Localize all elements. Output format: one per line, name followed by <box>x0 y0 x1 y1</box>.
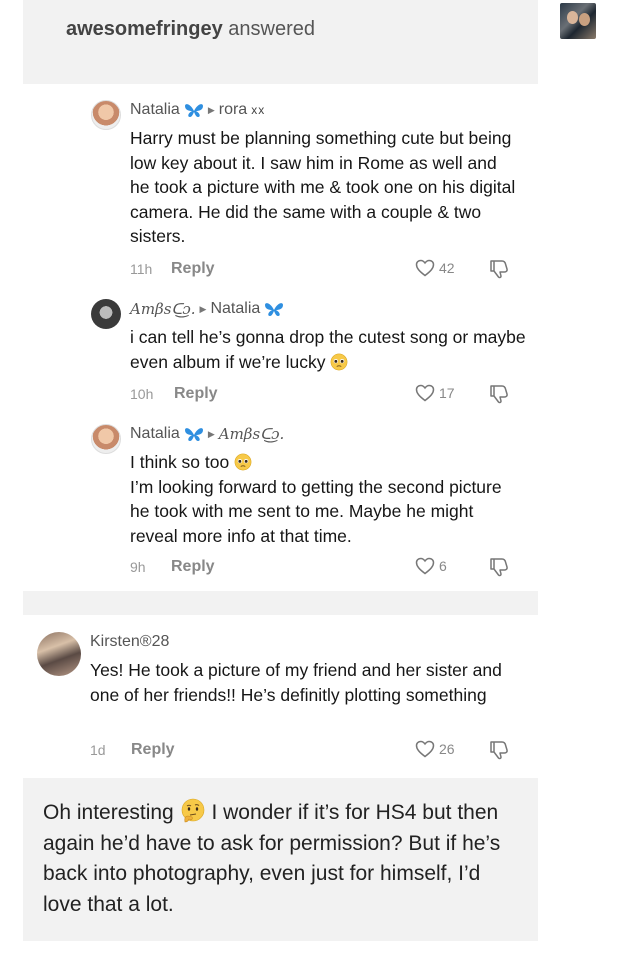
comment-first-line: I think so too <box>130 450 520 475</box>
comment-author[interactable]: Natalia <box>130 425 180 443</box>
like-button[interactable]: 26 <box>415 740 455 758</box>
comment-author-line: Natalia ▶ Amβsᑕ͜ɔ. <box>130 425 284 443</box>
reply-arrow-icon: ▶ <box>207 104 215 115</box>
commenter-avatar[interactable] <box>91 299 121 329</box>
heart-icon <box>415 259 435 277</box>
heart-icon <box>415 740 435 758</box>
comment-time: 10h <box>130 386 154 402</box>
comment-author[interactable]: Amβsᑕ͜ɔ. <box>130 300 196 318</box>
comment-author-line: Kirsten®28 <box>90 633 169 651</box>
comment-first-line-text: I think so too <box>130 452 230 472</box>
answer-caption: Oh interesting I wonder if it’s for HS4 … <box>23 778 538 941</box>
like-count: 26 <box>439 741 455 757</box>
comment-text: i can tell he’s gonna drop the cutest so… <box>130 325 530 374</box>
reply-button[interactable]: Reply <box>171 260 215 278</box>
reply-to-name[interactable]: Natalia <box>210 300 260 318</box>
comment-author[interactable]: Natalia <box>130 101 180 119</box>
commenter-avatar[interactable] <box>91 100 121 130</box>
dislike-icon[interactable] <box>488 740 510 760</box>
comment-time: 11h <box>130 261 153 277</box>
like-button[interactable]: 17 <box>415 384 455 402</box>
dislike-icon[interactable] <box>488 557 510 577</box>
comment-text: I think so too I’m looking forward to ge… <box>130 450 520 548</box>
asker-name[interactable]: awesomefringey <box>66 18 223 40</box>
heart-icon <box>415 557 435 575</box>
like-count: 6 <box>439 558 447 574</box>
comment-text: Harry must be planning something cute bu… <box>130 128 516 246</box>
comment-author[interactable]: Kirsten®28 <box>90 633 169 651</box>
dislike-icon[interactable] <box>488 259 510 279</box>
commenter-avatar[interactable] <box>37 632 81 676</box>
avatar-face <box>579 13 590 26</box>
answer-text-start: Oh interesting <box>43 801 174 824</box>
comment-author-line: Amβsᑕ͜ɔ. ▶ Natalia <box>130 300 284 318</box>
pleading-face-icon <box>234 453 252 471</box>
pleading-face-icon <box>331 353 348 370</box>
blue-butterfly-icon <box>184 428 203 441</box>
like-button[interactable]: 6 <box>415 557 447 575</box>
reply-to-name[interactable]: Amβsᑕ͜ɔ. <box>219 425 285 443</box>
reply-button[interactable]: Reply <box>131 741 175 759</box>
comments-screenshot: Natalia ▶ rora xx Harry must be planning… <box>23 84 538 778</box>
comment-text: Yes! He took a picture of my friend and … <box>90 660 502 705</box>
ask-header: awesomefringey answered <box>66 18 315 41</box>
ask-header-card: awesomefringey answered <box>23 0 538 84</box>
comment-text-content: I’m looking forward to getting the secon… <box>130 476 502 546</box>
answer-text: Oh interesting I wonder if it’s for HS4 … <box>43 798 523 920</box>
heart-icon <box>415 384 435 402</box>
like-count: 42 <box>439 260 455 276</box>
like-count: 17 <box>439 385 455 401</box>
blog-avatar[interactable] <box>560 3 596 39</box>
reply-arrow-icon: ▶ <box>199 303 207 314</box>
comment-author-line: Natalia ▶ rora xx <box>130 101 265 119</box>
commenter-avatar[interactable] <box>91 424 121 454</box>
reply-button[interactable]: Reply <box>171 558 215 576</box>
blue-butterfly-icon <box>265 303 284 316</box>
reply-arrow-icon: ▶ <box>207 428 215 439</box>
avatar-face <box>567 11 578 24</box>
reply-to-suffix: xx <box>251 103 266 117</box>
dislike-icon[interactable] <box>488 384 510 404</box>
screenshot-separator <box>23 591 538 615</box>
comment-time: 1d <box>90 742 106 758</box>
reply-to-name[interactable]: rora <box>219 101 247 119</box>
answered-label: answered <box>228 18 316 40</box>
like-button[interactable]: 42 <box>415 259 455 277</box>
comment-time: 9h <box>130 559 146 575</box>
reply-button[interactable]: Reply <box>174 385 218 403</box>
comment-text-content: i can tell he’s gonna drop the cutest so… <box>130 327 526 372</box>
thinking-face-icon <box>181 798 204 823</box>
blue-butterfly-icon <box>184 104 203 117</box>
